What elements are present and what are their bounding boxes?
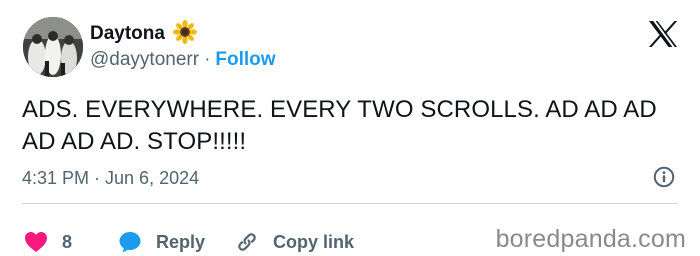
reply-label: Reply <box>156 231 206 252</box>
handle-separator: · <box>204 49 211 70</box>
x-logo-icon[interactable] <box>648 20 678 48</box>
avatar[interactable] <box>23 17 83 77</box>
like-count: 8 <box>62 231 73 252</box>
action-bar: 8 Reply Copy link <box>24 228 354 256</box>
display-name[interactable]: Daytona <box>90 23 165 45</box>
divider <box>22 203 678 204</box>
copy-link-button[interactable]: Copy link <box>235 230 354 254</box>
sunflower-icon <box>172 19 197 49</box>
link-icon <box>235 230 259 254</box>
follow-button[interactable]: Follow <box>215 49 275 71</box>
user-handle[interactable]: @dayytonerr <box>90 49 199 71</box>
copy-link-label: Copy link <box>273 231 355 252</box>
speech-bubble-icon <box>118 230 142 254</box>
heart-icon <box>24 231 48 253</box>
info-icon[interactable] <box>653 166 675 188</box>
tweet-card: Daytona @dayytonerr · Follow ADS. EVERYW… <box>0 0 700 256</box>
reply-button[interactable]: Reply <box>118 230 205 254</box>
like-button[interactable]: 8 <box>24 231 72 253</box>
user-name-row: Daytona <box>90 19 197 49</box>
watermark: boredpanda.com <box>495 225 686 253</box>
handle-row: @dayytonerr · Follow <box>90 48 276 72</box>
tweet-timestamp[interactable]: 4:31 PM · Jun 6, 2024 <box>22 166 199 190</box>
avatar-image <box>23 17 83 77</box>
tweet-text: ADS. EVERYWHERE. EVERY TWO SCROLLS. AD A… <box>22 96 657 155</box>
